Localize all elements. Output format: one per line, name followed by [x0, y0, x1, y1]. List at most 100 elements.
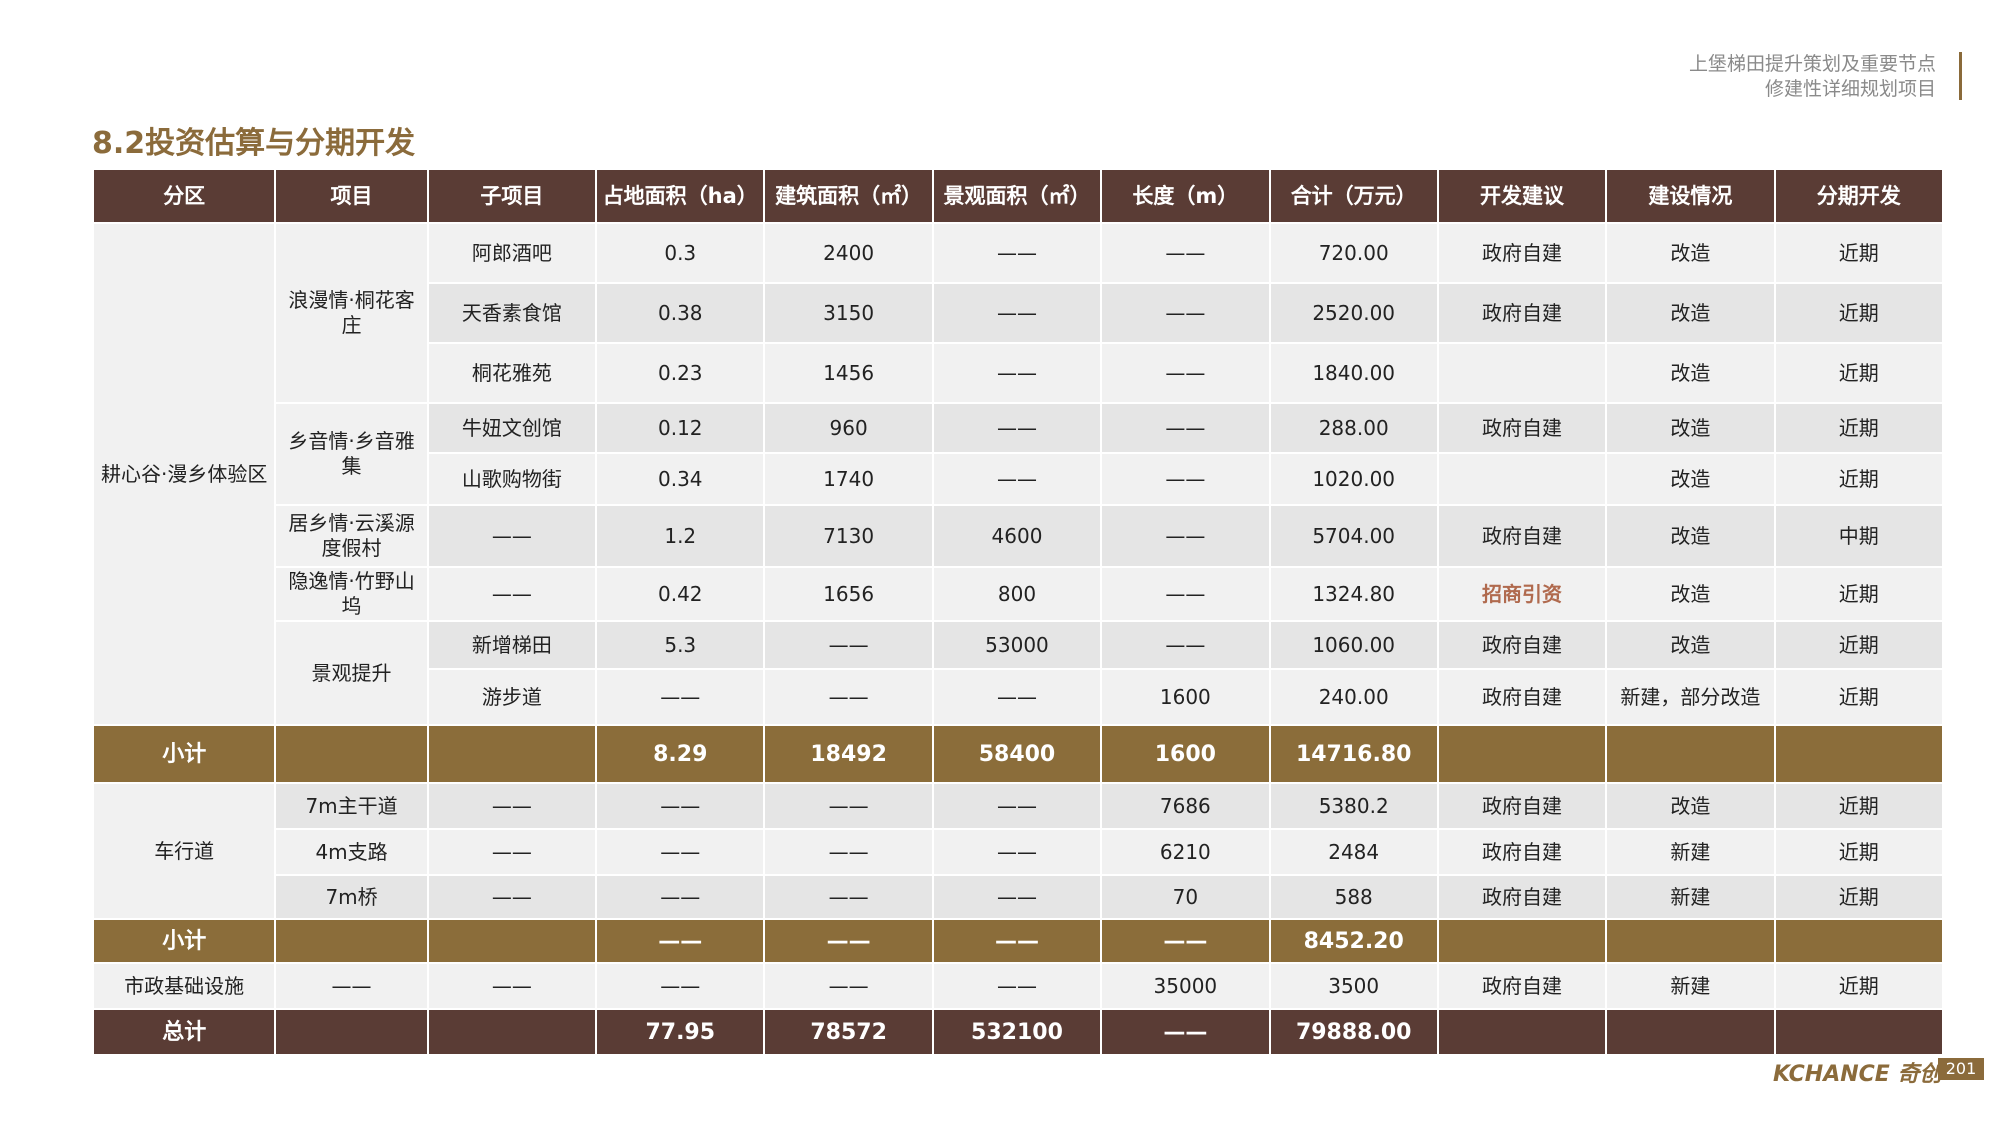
table-cell: —— — [763, 620, 934, 670]
table-cell: 改造 — [1605, 620, 1776, 670]
col-header: 项目 — [274, 168, 429, 224]
table-cell: —— — [931, 874, 1103, 920]
company-logo: KCHANCE 奇创 — [1773, 1062, 1942, 1087]
table-cell: 78572 — [763, 1008, 934, 1056]
table-cell — [1436, 452, 1608, 506]
col-header: 长度（m） — [1100, 168, 1271, 224]
table-cell: 1740 — [763, 452, 934, 506]
project-cell: 隐逸情·竹野山坞 — [274, 566, 429, 622]
table-cell: 532100 — [931, 1008, 1103, 1056]
total-label: 总计 — [91, 1008, 277, 1056]
col-header: 占地面积（ha） — [595, 168, 766, 224]
table-cell: —— — [931, 828, 1103, 876]
table-cell: 改造 — [1605, 402, 1776, 454]
table-cell: 960 — [763, 402, 934, 454]
table-cell: —— — [931, 402, 1103, 454]
table-cell: 政府自建 — [1436, 402, 1608, 454]
table-cell: 8452.20 — [1268, 918, 1439, 964]
page-number: 201 — [1938, 1058, 1984, 1080]
table-cell: —— — [426, 782, 598, 830]
table-cell: —— — [931, 452, 1103, 506]
table-cell — [426, 1008, 598, 1056]
table-cell: 改造 — [1605, 782, 1776, 830]
table-cell: 新建 — [1605, 874, 1776, 920]
table-cell: 18492 — [763, 724, 934, 784]
table-cell: —— — [1100, 1008, 1271, 1056]
table-cell: 1020.00 — [1268, 452, 1439, 506]
table-cell: 政府自建 — [1436, 782, 1608, 830]
col-header: 开发建议 — [1436, 168, 1608, 224]
table-cell: 288.00 — [1268, 402, 1439, 454]
col-header: 建设情况 — [1605, 168, 1776, 224]
table-cell: 山歌购物街 — [426, 452, 598, 506]
investment-table: 分区 项目 子项目 占地面积（ha） 建筑面积（㎡） 景观面积（㎡） 长度（m）… — [91, 168, 1945, 1056]
col-header: 分区 — [91, 168, 277, 224]
table-cell: 4m支路 — [274, 828, 429, 876]
table-cell: —— — [931, 668, 1103, 726]
subtotal-row: 小计 —— —— —— —— 8452.20 — [91, 918, 1945, 964]
subtotal-label: 小计 — [91, 724, 277, 784]
table-cell: 7m主干道 — [274, 782, 429, 830]
table-cell: 改造 — [1605, 452, 1776, 506]
table-cell: —— — [1100, 504, 1271, 568]
project-cell: 居乡情·云溪源度假村 — [274, 504, 429, 568]
table-cell: —— — [595, 962, 766, 1010]
table-cell: 近期 — [1773, 452, 1945, 506]
table-cell: 2484 — [1268, 828, 1439, 876]
table-cell: 1600 — [1100, 668, 1271, 726]
table-row: 市政基础设施 —— —— —— —— —— 35000 3500 政府自建 新建… — [91, 962, 1945, 1010]
table-cell — [1605, 1008, 1776, 1056]
table-cell: —— — [595, 918, 766, 964]
table-cell: 市政基础设施 — [91, 962, 277, 1010]
col-header: 合计（万元） — [1268, 168, 1439, 224]
table-cell — [274, 918, 429, 964]
table-cell: —— — [426, 566, 598, 622]
table-cell: —— — [763, 962, 934, 1010]
table-row: 景观提升 新增梯田 5.3 —— 53000 —— 1060.00 政府自建 改… — [93, 620, 1945, 726]
table-cell: 政府自建 — [1436, 282, 1608, 344]
table-cell: 天香素食馆 — [426, 282, 598, 344]
table-cell: 7m桥 — [274, 874, 429, 920]
table-cell: 3150 — [763, 282, 934, 344]
table-cell: 2400 — [763, 222, 934, 284]
table-cell: 政府自建 — [1436, 962, 1608, 1010]
table-cell: 新建 — [1605, 962, 1776, 1010]
table-cell: —— — [931, 782, 1103, 830]
table-row: 车行道 7m主干道 —— —— —— —— 7686 5380.2 政府自建 改… — [91, 782, 1945, 920]
table-cell: —— — [426, 504, 598, 568]
table-cell: —— — [763, 828, 934, 876]
table-cell: 近期 — [1773, 402, 1945, 454]
table-cell: 改造 — [1605, 566, 1776, 622]
table-cell: 1.2 — [595, 504, 766, 568]
table-cell: 7686 — [1100, 782, 1271, 830]
table-cell: 近期 — [1773, 782, 1945, 830]
project-cell: 乡音情·乡音雅集 — [274, 402, 429, 506]
table-cell: —— — [595, 874, 766, 920]
table-cell: 0.23 — [595, 342, 766, 404]
table-cell: 0.42 — [595, 566, 766, 622]
table-cell: —— — [1100, 402, 1271, 454]
table-cell: 77.95 — [595, 1008, 766, 1056]
col-header: 景观面积（㎡） — [931, 168, 1103, 224]
table-cell: 桐花雅苑 — [426, 342, 598, 404]
col-header: 建筑面积（㎡） — [763, 168, 934, 224]
table-cell: 1600 — [1100, 724, 1271, 784]
table-cell — [1773, 1008, 1945, 1056]
table-cell: 58400 — [931, 724, 1103, 784]
table-cell — [1773, 918, 1945, 964]
table-cell: 35000 — [1100, 962, 1271, 1010]
table-cell: 近期 — [1773, 668, 1945, 726]
table-cell: 800 — [931, 566, 1103, 622]
table-row: 4m支路 —— —— —— —— 6210 2484 政府自建 新建 近期 — [93, 828, 1945, 876]
table-cell: 14716.80 — [1268, 724, 1439, 784]
table-cell: 588 — [1268, 874, 1439, 920]
table-cell: 79888.00 — [1268, 1008, 1439, 1056]
table-cell: 0.38 — [595, 282, 766, 344]
header-accent-bar — [1959, 52, 1962, 100]
table-cell: 改造 — [1605, 504, 1776, 568]
table-cell: —— — [763, 782, 934, 830]
table-cell: 新建 — [1605, 828, 1776, 876]
table-cell: —— — [595, 828, 766, 876]
table-cell: 近期 — [1773, 222, 1945, 284]
table-cell: 牛妞文创馆 — [426, 402, 598, 454]
